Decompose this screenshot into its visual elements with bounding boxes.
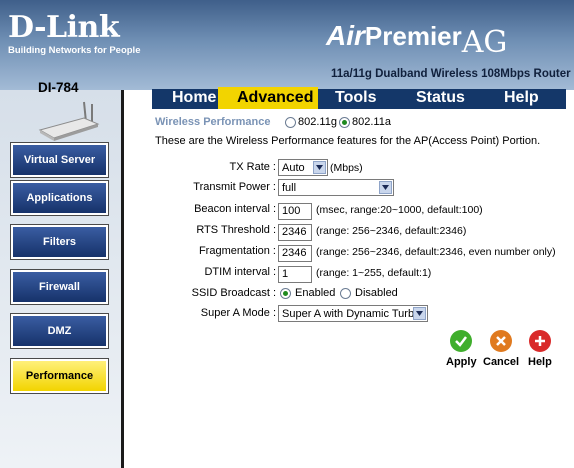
sidebar-item-performance[interactable]: Performance [10,358,109,394]
tx-rate-unit: (Mbps) [330,162,363,174]
dtim-interval-input[interactable] [278,265,312,283]
tx-rate-select[interactable]: Auto [278,159,328,176]
model-label: DI-784 [38,80,79,95]
fragmentation-row: Fragmentation : (range: 256~2346, defaul… [152,243,566,262]
beacon-interval-field [278,201,312,220]
tx-rate-value: Auto [282,161,305,174]
section-title: Wireless Performance [155,116,271,128]
transmit-power-value: full [282,181,297,194]
super-a-mode-select[interactable]: Super A with Dynamic Turbo [278,305,428,322]
transmit-power-field: full [278,179,394,196]
rts-threshold-field [278,222,312,241]
chevron-down-icon [413,307,426,320]
ssid-enabled-option[interactable]: Enabled [280,287,335,299]
help-button[interactable]: Help [528,330,552,368]
tx-rate-field: Auto [278,159,328,176]
ssid-disabled-label: Disabled [355,287,398,299]
radio-11a[interactable] [339,116,350,128]
tab-home[interactable]: Home [172,89,216,107]
tab-help[interactable]: Help [504,89,539,107]
super-a-mode-row: Super A Mode : Super A with Dynamic Turb… [152,305,566,323]
beacon-interval-hint: (msec, range:20~1000, default:100) [316,204,483,216]
super-a-mode-label: Super A Mode : [200,307,276,319]
dtim-interval-row: DTIM interval : (range: 1~255, default:1… [152,264,566,283]
super-a-mode-value: Super A with Dynamic Turbo [282,307,421,320]
sidebar-item-filters[interactable]: Filters [10,224,109,260]
transmit-power-select[interactable]: full [278,179,394,196]
chevron-down-icon [313,161,326,174]
fragmentation-hint: (range: 256~2346, default:2346, even num… [316,246,556,258]
logo-premier: Premier [364,21,462,51]
brand-tagline: Building Networks for People [8,45,141,56]
ssid-enabled-label: Enabled [295,287,336,299]
rts-threshold-row: RTS Threshold : (range: 256~2346, defaul… [152,222,566,241]
apply-label: Apply [446,356,477,368]
header-banner: D-Link Building Networks for People AirP… [0,0,574,90]
ssid-disabled-option[interactable]: Disabled [340,287,398,299]
plus-icon [528,330,551,352]
tx-rate-row: TX Rate : Auto (Mbps) [152,159,566,177]
band-option-11g-label: 802.11g [298,116,337,128]
rts-threshold-input[interactable] [278,223,312,241]
router-admin-page: D-Link Building Networks for People AirP… [0,0,574,468]
band-option-11g[interactable]: 802.11g [285,116,337,128]
logo-ag: AG [461,25,508,60]
cancel-label: Cancel [483,356,520,368]
router-description: 11a/11g Dualband Wireless 108Mbps Router [331,68,571,80]
rts-threshold-hint: (range: 256~2346, default:2346) [316,225,467,237]
cancel-button[interactable]: Cancel [483,330,519,368]
rts-threshold-label: RTS Threshold : [196,224,276,236]
tab-advanced[interactable]: Advanced [237,89,313,107]
transmit-power-label: Transmit Power : [193,181,276,193]
ssid-broadcast-row: SSID Broadcast : Enabled Disabled [152,285,566,303]
chevron-down-icon [379,181,392,194]
radio-ssid-disabled[interactable] [340,287,351,299]
logo-air: Air [326,20,365,51]
checkmark-icon [450,330,473,352]
beacon-interval-row: Beacon interval : (msec, range:20~1000, … [152,201,566,220]
fragmentation-input[interactable] [278,244,312,262]
super-a-mode-field: Super A with Dynamic Turbo [278,305,428,322]
beacon-interval-label: Beacon interval : [194,203,276,215]
tx-rate-label: TX Rate : [229,161,276,173]
sidebar-item-dmz[interactable]: DMZ [10,313,109,349]
transmit-power-row: Transmit Power : full [152,179,566,197]
description-text: These are the Wireless Performance featu… [155,135,541,147]
airpremier-logo: AirPremierAG [326,18,507,60]
fragmentation-label: Fragmentation : [198,245,276,257]
dtim-interval-field [278,264,312,283]
apply-button[interactable]: Apply [446,330,477,368]
main-content: Wireless Performance 802.11g 802.11a The… [152,109,566,468]
beacon-interval-input[interactable] [278,202,312,220]
sidebar-item-virtual-server[interactable]: Virtual Server [10,142,109,178]
help-label: Help [528,356,552,368]
band-option-11a-label: 802.11a [352,116,391,128]
ssid-broadcast-label: SSID Broadcast : [191,287,276,299]
dtim-interval-label: DTIM interval : [204,266,276,278]
sidebar-item-firewall[interactable]: Firewall [10,269,109,305]
sidebar-item-applications[interactable]: Applications [10,180,109,216]
close-icon [490,330,513,352]
sidebar-divider [121,90,124,468]
radio-11g[interactable] [285,116,296,128]
fragmentation-field [278,243,312,262]
band-option-11a[interactable]: 802.11a [339,116,391,128]
radio-ssid-enabled[interactable] [280,287,291,299]
brand-name: D-Link [8,10,120,45]
tab-status[interactable]: Status [416,89,465,107]
tab-tools[interactable]: Tools [335,89,376,107]
dlink-logo: D-Link Building Networks for People [8,12,141,57]
dtim-interval-hint: (range: 1~255, default:1) [316,267,432,279]
router-device-icon [38,101,100,141]
